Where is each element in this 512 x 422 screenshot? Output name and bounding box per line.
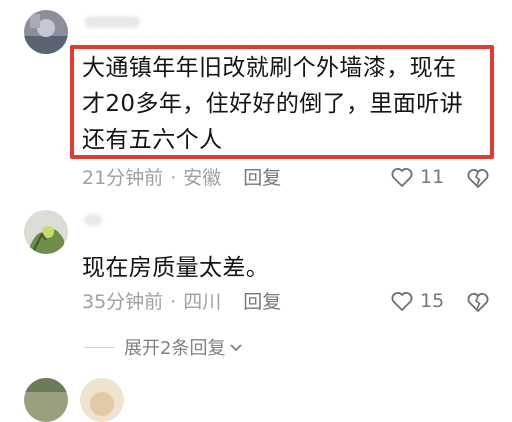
expand-replies-label: 展开2条回复	[124, 338, 226, 359]
reply-button[interactable]: 回复	[243, 290, 281, 314]
reply-button[interactable]: 回复	[243, 166, 281, 190]
dislike-button[interactable]	[466, 167, 490, 193]
comment-location: 四川	[183, 291, 222, 313]
avatar[interactable]	[24, 378, 68, 422]
comment-text-line: 大通镇年年旧改就刷个外墙漆，现在	[82, 55, 457, 81]
comment-time: 21分钟前	[82, 167, 164, 189]
comment-text-line: 还有五六个人	[82, 127, 223, 153]
comment-time: 35分钟前	[82, 291, 164, 313]
avatar[interactable]	[24, 210, 68, 254]
comment-meta: 35分钟前 · 四川 回复	[82, 290, 281, 314]
comment-meta: 21分钟前 · 安徽 回复	[82, 166, 281, 190]
comment-location: 安徽	[183, 167, 222, 189]
username-blurred[interactable]	[84, 16, 140, 28]
username-blurred[interactable]	[84, 214, 102, 226]
like-button[interactable]: 15	[390, 290, 444, 312]
like-count: 11	[420, 166, 445, 188]
avatar[interactable]	[24, 10, 68, 54]
chevron-down-icon	[229, 337, 243, 358]
like-button[interactable]: 11	[390, 166, 444, 188]
separator-dot: ·	[170, 167, 177, 189]
broken-heart-outline-icon	[466, 169, 490, 193]
like-count: 15	[420, 290, 445, 312]
separator-dot: ·	[170, 291, 177, 313]
heart-outline-icon	[390, 166, 414, 188]
comment-text: 现在房质量太差。	[82, 255, 270, 281]
avatar[interactable]	[80, 378, 124, 422]
divider-line	[84, 346, 114, 348]
comment-text-line: 才20多年，住好好的倒了，里面听讲	[82, 91, 464, 117]
comment-text: 大通镇年年旧改就刷个外墙漆，现在 才20多年，住好好的倒了，里面听讲 还有五六个…	[82, 50, 486, 158]
dislike-button[interactable]	[466, 291, 490, 317]
heart-outline-icon	[390, 290, 414, 312]
broken-heart-outline-icon	[466, 293, 490, 317]
expand-replies-button[interactable]: 展开2条回复	[84, 334, 243, 360]
